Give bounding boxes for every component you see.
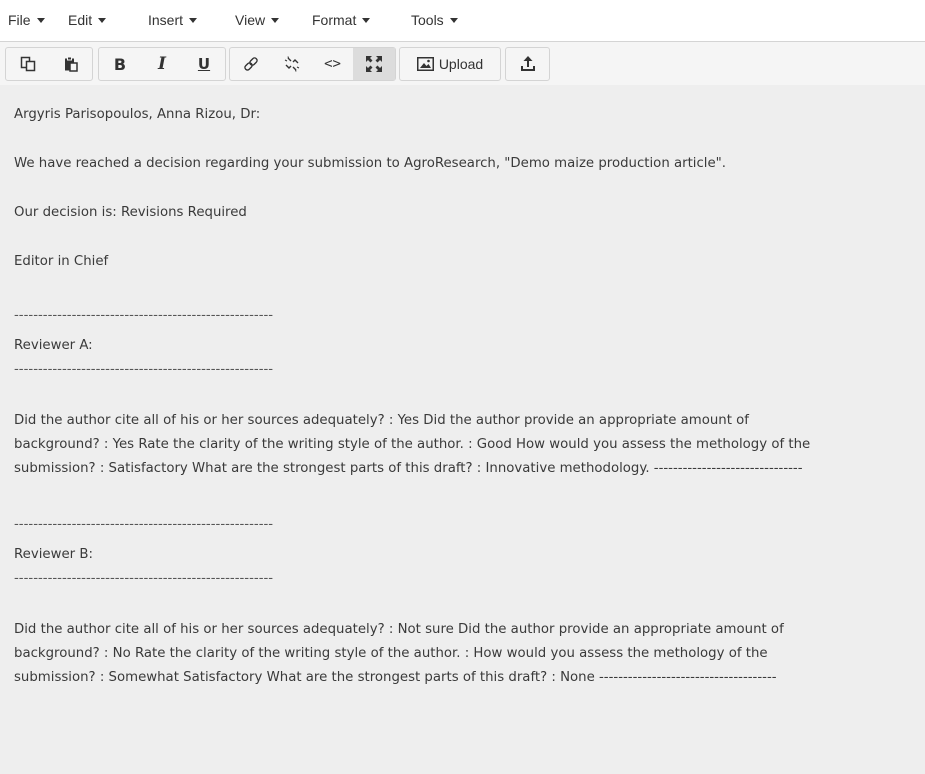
menu-tools[interactable]: Tools	[411, 12, 458, 28]
chevron-down-icon	[449, 17, 458, 23]
reviewer-b-comments-line: background? : No Rate the clarity of the…	[14, 646, 768, 661]
reviewer-b-comments-line: submission? : Somewhat Satisfactory What…	[14, 670, 777, 685]
reviewer-b-comments-line: Did the author cite all of his or her so…	[14, 622, 784, 637]
separator-line: ----------------------------------------…	[14, 362, 274, 377]
decision-line: Our decision is: Revisions Required	[14, 205, 247, 220]
format-group: B I U	[98, 47, 226, 81]
menu-bar: File Edit Insert View Format Tools	[0, 0, 925, 40]
menu-format-label: Format	[312, 12, 357, 28]
chevron-down-icon	[36, 17, 45, 23]
underline-button[interactable]: U	[183, 48, 225, 80]
clipboard-group	[5, 47, 93, 81]
unlink-button[interactable]	[271, 48, 312, 80]
reviewer-a-title: Reviewer A:	[14, 338, 93, 353]
fullscreen-button[interactable]	[353, 48, 395, 80]
chevron-down-icon	[189, 17, 198, 23]
menu-file-label: File	[8, 12, 31, 28]
menu-view[interactable]: View	[235, 12, 280, 28]
separator-line: ----------------------------------------…	[14, 571, 274, 586]
signature-line: Editor in Chief	[14, 254, 109, 269]
menu-insert-label: Insert	[148, 12, 184, 28]
menu-format[interactable]: Format	[312, 12, 371, 28]
reviewer-a-comments-line: Did the author cite all of his or her so…	[14, 413, 749, 428]
copy-button[interactable]	[6, 48, 49, 80]
bold-button[interactable]: B	[99, 48, 141, 80]
recipient-line: Argyris Parisopoulos, Anna Rizou, Dr:	[14, 107, 261, 122]
chevron-down-icon	[362, 17, 371, 23]
unlink-icon	[284, 56, 299, 72]
reviewer-a-comments: Did the author cite all of his or her so…	[14, 409, 925, 481]
link-button[interactable]	[230, 48, 271, 80]
menu-edit-label: Edit	[68, 12, 93, 28]
menu-file[interactable]: File	[8, 12, 45, 28]
paste-button[interactable]	[49, 48, 92, 80]
document-body: Argyris Parisopoulos, Anna Rizou, Dr: We…	[14, 103, 925, 714]
reviewer-a-comments-line: submission? : Satisfactory What are the …	[14, 461, 803, 476]
chevron-down-icon	[98, 17, 107, 23]
menu-view-label: View	[235, 12, 266, 28]
menu-insert[interactable]: Insert	[148, 12, 198, 28]
attach-group	[505, 47, 550, 81]
insert-group: <>	[229, 47, 396, 81]
upload-button[interactable]: Upload	[400, 48, 500, 80]
menu-edit[interactable]: Edit	[68, 12, 107, 28]
menu-tools-label: Tools	[411, 12, 444, 28]
reviewer-a-comments-line: background? : Yes Rate the clarity of th…	[14, 437, 811, 452]
image-icon	[416, 57, 434, 71]
attach-button[interactable]	[506, 48, 549, 80]
upload-label: Upload	[438, 56, 484, 72]
reviewer-b-comments: Did the author cite all of his or her so…	[14, 618, 925, 690]
separator-line: ----------------------------------------…	[14, 308, 274, 323]
attach-icon	[520, 56, 535, 71]
copy-icon	[20, 56, 35, 72]
separator-line: ----------------------------------------…	[14, 517, 274, 532]
editor-content[interactable]: Argyris Parisopoulos, Anna Rizou, Dr: We…	[0, 85, 925, 774]
reviewer-b-title: Reviewer B:	[14, 547, 93, 562]
italic-button[interactable]: I	[141, 48, 183, 80]
intro-paragraph: We have reached a decision regarding you…	[14, 156, 727, 171]
link-icon	[243, 57, 258, 71]
fullscreen-icon	[366, 56, 382, 72]
paste-icon	[64, 56, 78, 72]
chevron-down-icon	[271, 17, 280, 23]
code-button[interactable]: <>	[312, 48, 353, 80]
toolbar: B I U <> Upload	[0, 41, 925, 86]
upload-group: Upload	[399, 47, 501, 81]
